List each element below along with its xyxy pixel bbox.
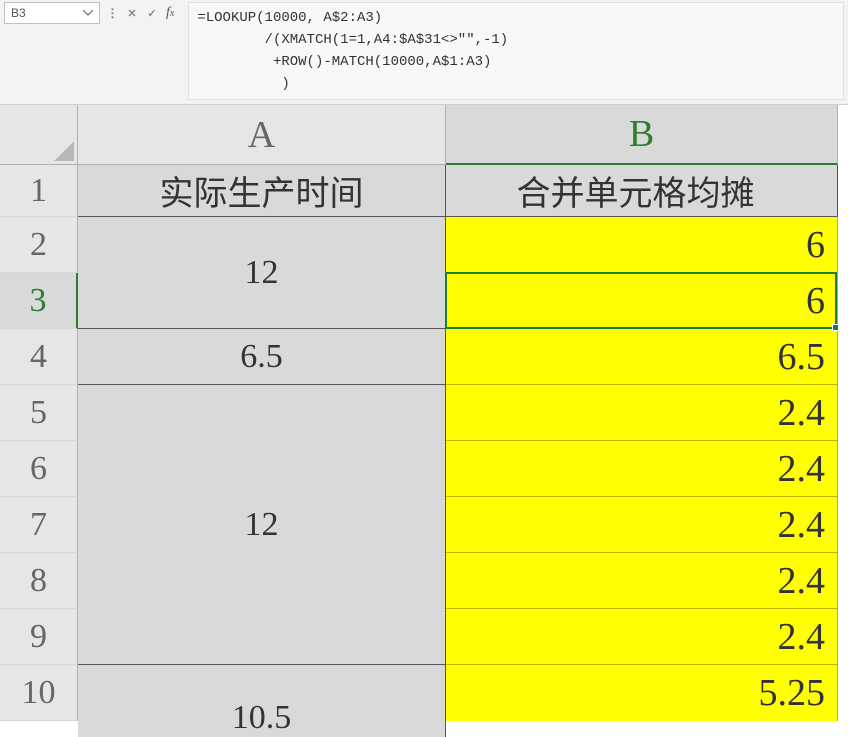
cell-b9[interactable]: 2.4 [446,609,838,665]
column-headers: A B [0,105,848,165]
row-header-1[interactable]: 1 [0,165,78,217]
chevron-down-icon[interactable] [83,10,93,16]
select-all-corner[interactable] [0,105,78,165]
cell-b4[interactable]: 6.5 [446,329,838,385]
cell-a2-a3-merged[interactable]: 12 [78,217,446,329]
column-header-b[interactable]: B [446,105,838,165]
formula-bar: B3 ⋮ ✕ ✓ fx =LOOKUP(10000, A$2:A3) /(XMA… [0,0,848,105]
cell-b10[interactable]: 5.25 [446,665,838,721]
cell-b5[interactable]: 2.4 [446,385,838,441]
cell-a5-a9-merged[interactable]: 12 [78,385,446,665]
cell-b6[interactable]: 2.4 [446,441,838,497]
row-header-6[interactable]: 6 [0,441,78,497]
cell-a4[interactable]: 6.5 [78,329,446,385]
fx-icon[interactable]: fx [164,5,176,21]
row-header-2[interactable]: 2 [0,217,78,273]
cell-b3[interactable]: 6 [446,273,838,329]
grid-body: 1 2 3 4 5 6 7 8 9 10 实际生产时间 12 6.5 12 10… [0,165,848,737]
row-header-4[interactable]: 4 [0,329,78,385]
spreadsheet-grid: A B 1 2 3 4 5 6 7 8 9 10 实际生产时间 12 6.5 1… [0,105,848,737]
row-header-3[interactable]: 3 [0,273,78,329]
column-a: 实际生产时间 12 6.5 12 10.5 [78,165,446,737]
row-header-10[interactable]: 10 [0,665,78,721]
row-headers: 1 2 3 4 5 6 7 8 9 10 [0,165,78,737]
row-header-5[interactable]: 5 [0,385,78,441]
confirm-icon[interactable]: ✓ [144,5,160,21]
formula-input[interactable]: =LOOKUP(10000, A$2:A3) /(XMATCH(1=1,A4:$… [188,2,844,100]
row-header-9[interactable]: 9 [0,609,78,665]
more-icon[interactable]: ⋮ [104,5,120,21]
cancel-icon[interactable]: ✕ [124,5,140,21]
cell-a1[interactable]: 实际生产时间 [78,165,446,217]
cell-b8[interactable]: 2.4 [446,553,838,609]
row-header-8[interactable]: 8 [0,553,78,609]
cell-reference: B3 [11,6,26,20]
cell-b2[interactable]: 6 [446,217,838,273]
name-box[interactable]: B3 [4,2,100,24]
row-header-7[interactable]: 7 [0,497,78,553]
formula-controls: ⋮ ✕ ✓ fx [104,2,176,24]
column-header-a[interactable]: A [78,105,446,165]
cell-b1[interactable]: 合并单元格均摊 [446,165,838,217]
cell-b7[interactable]: 2.4 [446,497,838,553]
cell-a10-merged[interactable]: 10.5 [78,665,446,737]
column-b: 合并单元格均摊 6 6 6.5 2.4 2.4 2.4 2.4 2.4 5.25 [446,165,838,737]
